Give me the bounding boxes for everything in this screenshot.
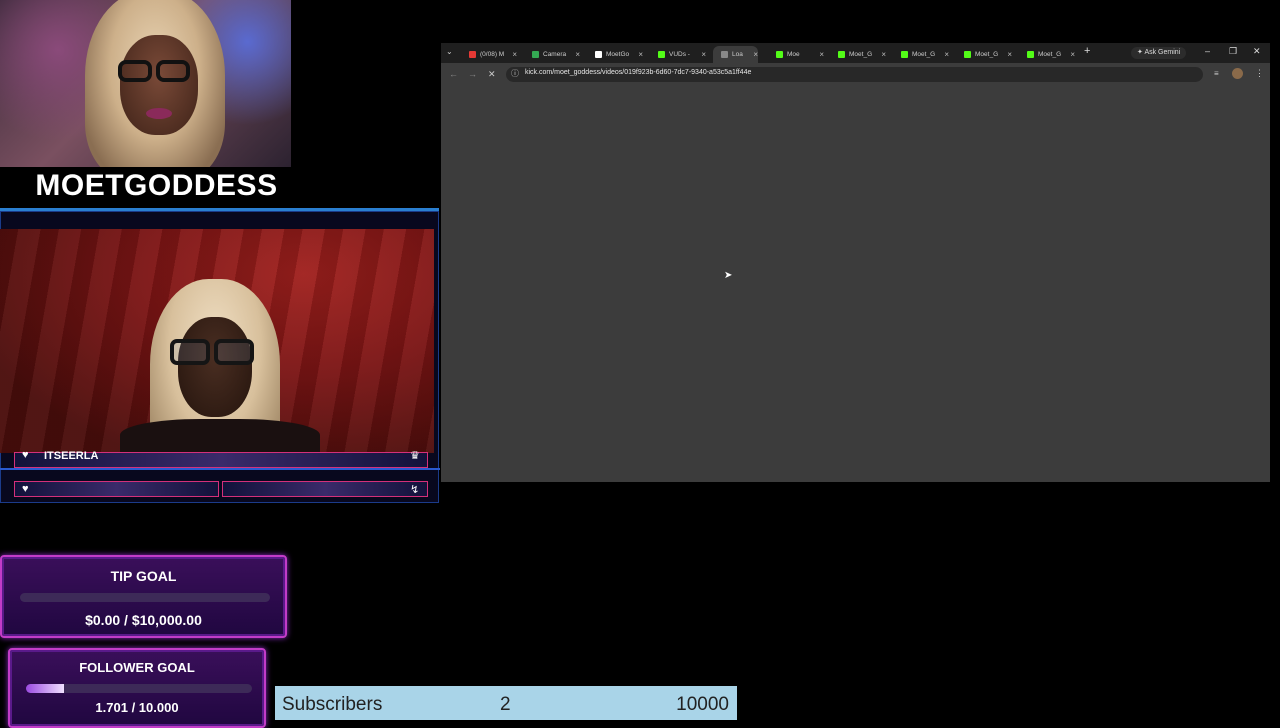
mouse-cursor-icon: ➤ (724, 270, 733, 281)
browser-tab[interactable]: (0/08) M × (461, 46, 517, 63)
tab-favicon-icon (469, 50, 476, 58)
heart-icon: ♥ (22, 483, 29, 495)
ask-gemini-label: Ask Gemini (1144, 49, 1181, 56)
close-tab-icon[interactable]: × (753, 46, 758, 63)
follower-goal-title: FOLLOWER GOAL (79, 660, 195, 675)
close-tab-icon[interactable]: × (1007, 46, 1012, 63)
chat-divider (0, 468, 440, 470)
tab-favicon-icon (901, 50, 908, 58)
close-tab-icon[interactable]: × (701, 46, 706, 63)
chat-message-row (14, 481, 219, 497)
close-tab-icon[interactable]: × (638, 46, 643, 63)
browser-tab[interactable]: Moe × (768, 46, 824, 63)
browser-window: ⌄ (0/08) M × Camera × MoetGo × VUDs - × Loa × Moe ×… (441, 43, 1270, 482)
subscribers-target: 10000 (676, 694, 729, 715)
close-tab-icon[interactable]: × (944, 46, 949, 63)
restore-button[interactable]: ❐ (1229, 46, 1237, 57)
crown-icon: ♛ (410, 450, 420, 462)
main-webcam-feed (0, 229, 434, 453)
tab-favicon-icon (838, 50, 845, 58)
tab-favicon-icon (964, 50, 971, 58)
tab-label: Moet_G (912, 51, 936, 58)
browser-tab[interactable]: Moet_G × (830, 46, 886, 63)
browser-tab[interactable]: Moet_G × (893, 46, 949, 63)
follower-goal-amount: 1.701 / 10.000 (95, 700, 179, 715)
lightning-icon: ↯ (410, 484, 420, 496)
site-info-icon[interactable]: ⓘ (511, 68, 519, 79)
tip-goal-progress-bar (20, 593, 270, 602)
back-button[interactable]: ← (449, 69, 458, 79)
chat-message-row (222, 481, 428, 497)
close-tab-icon[interactable]: × (512, 46, 517, 63)
subscribers-current: 2 (500, 694, 511, 715)
tab-favicon-icon (532, 50, 539, 58)
address-bar[interactable]: ⓘ kick.com/moet_goddess/videos/019f923b-… (506, 67, 1203, 82)
tab-favicon-icon (776, 50, 783, 58)
browser-tab[interactable]: Loa × (713, 46, 758, 63)
forward-button[interactable]: → (468, 69, 477, 79)
subscriber-goal-bar: Subscribers 2 10000 (275, 686, 737, 720)
tab-label: MoetGo (606, 51, 630, 58)
tab-favicon-icon (721, 50, 728, 58)
tab-favicon-icon (1027, 50, 1034, 58)
tab-favicon-icon (595, 50, 602, 58)
close-tab-icon[interactable]: × (819, 46, 824, 63)
follower-goal-widget: FOLLOWER GOAL 1.701 / 10.000 (8, 648, 266, 728)
tip-goal-title: TIP GOAL (110, 568, 177, 584)
close-tab-icon[interactable]: × (575, 46, 580, 63)
browser-tab[interactable]: VUDs - × (650, 46, 706, 63)
tip-goal-widget: TIP GOAL $0.00 / $10,000.00 (0, 555, 287, 638)
close-window-button[interactable]: ✕ (1253, 46, 1261, 57)
profile-avatar[interactable] (1232, 68, 1243, 79)
ask-gemini-button[interactable]: ✦ Ask Gemini (1131, 47, 1187, 59)
follower-goal-progress-bar (26, 684, 252, 693)
browser-tab[interactable]: Camera × (524, 46, 580, 63)
browser-tab[interactable]: Moet_G × (1019, 46, 1075, 63)
tab-label: (0/08) M (480, 51, 505, 58)
browser-tab[interactable]: MoetGo × (587, 46, 643, 63)
tab-strip: ⌄ (0/08) M × Camera × MoetGo × VUDs - × Loa × Moe ×… (441, 43, 1270, 63)
tip-goal-amount: $0.00 / $10,000.00 (85, 612, 202, 628)
media-controls-icon[interactable]: ≡ (1214, 69, 1219, 78)
subscribers-label: Subscribers (282, 694, 383, 715)
toolbar: ← → ✕ ⓘ kick.com/moet_goddess/videos/019… (441, 63, 1270, 87)
tab-label: Camera (543, 51, 567, 58)
chat-username: ITSEERLA (44, 450, 99, 462)
tab-label: Moet_G (975, 51, 999, 58)
top-webcam-feed (0, 0, 291, 167)
tab-label: Loa (732, 51, 743, 58)
url-text[interactable]: kick.com/moet_goddess/videos/019f923b-6d… (525, 69, 751, 76)
tab-label: VUDs - (669, 51, 690, 58)
tab-label: Moet_G (1038, 51, 1062, 58)
tab-search-icon[interactable]: ⌄ (446, 47, 453, 56)
close-tab-icon[interactable]: × (881, 46, 886, 63)
minimize-button[interactable]: – (1205, 46, 1210, 56)
tab-favicon-icon (658, 50, 665, 58)
new-tab-button[interactable]: + (1084, 45, 1090, 57)
tab-label: Moe (787, 51, 800, 58)
browser-tab[interactable]: Moet_G × (956, 46, 1012, 63)
close-tab-icon[interactable]: × (1070, 46, 1075, 63)
tab-label: Moet_G (849, 51, 873, 58)
streamer-name: MOETGODDESS (35, 169, 278, 202)
stop-loading-button[interactable]: ✕ (488, 69, 496, 80)
menu-icon[interactable]: ⋮ (1255, 68, 1264, 79)
heart-icon: ♥ (22, 449, 29, 461)
